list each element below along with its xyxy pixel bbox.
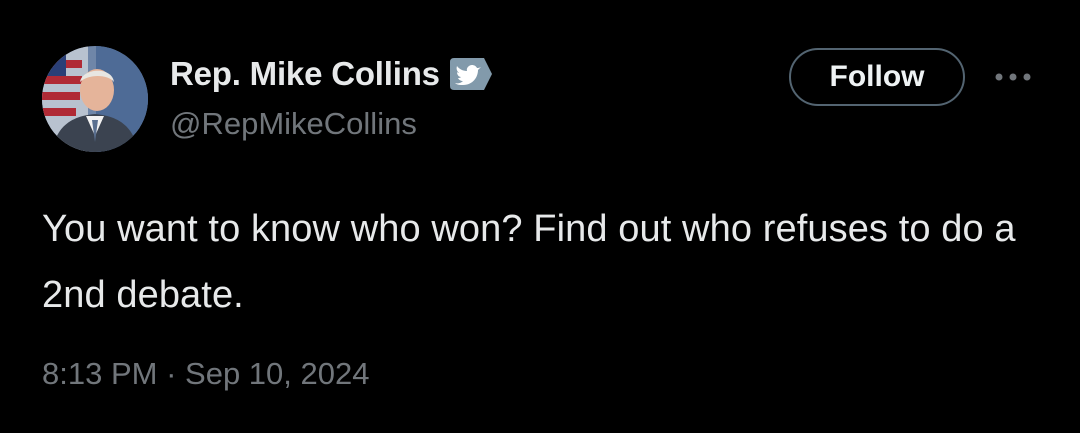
tweet-date: Sep 10, 2024 xyxy=(185,356,370,391)
tweet-timestamp[interactable]: 8:13 PM · Sep 10, 2024 xyxy=(42,356,369,392)
tweet-card: Rep. Mike Collins @RepMikeCollins Follow… xyxy=(0,0,1080,433)
avatar[interactable] xyxy=(42,46,148,152)
user-name-row: Rep. Mike Collins xyxy=(170,52,494,96)
government-verified-badge-icon[interactable] xyxy=(448,56,494,92)
follow-button[interactable]: Follow xyxy=(789,48,965,106)
profile-photo-icon xyxy=(42,46,148,152)
tweet-time: 8:13 PM xyxy=(42,356,158,391)
user-handle[interactable]: @RepMikeCollins xyxy=(170,106,417,142)
tweet-text: You want to know who won? Find out who r… xyxy=(42,208,1016,316)
more-options-icon[interactable] xyxy=(990,60,1036,94)
meta-separator: · xyxy=(166,356,177,391)
display-name[interactable]: Rep. Mike Collins xyxy=(170,55,440,93)
